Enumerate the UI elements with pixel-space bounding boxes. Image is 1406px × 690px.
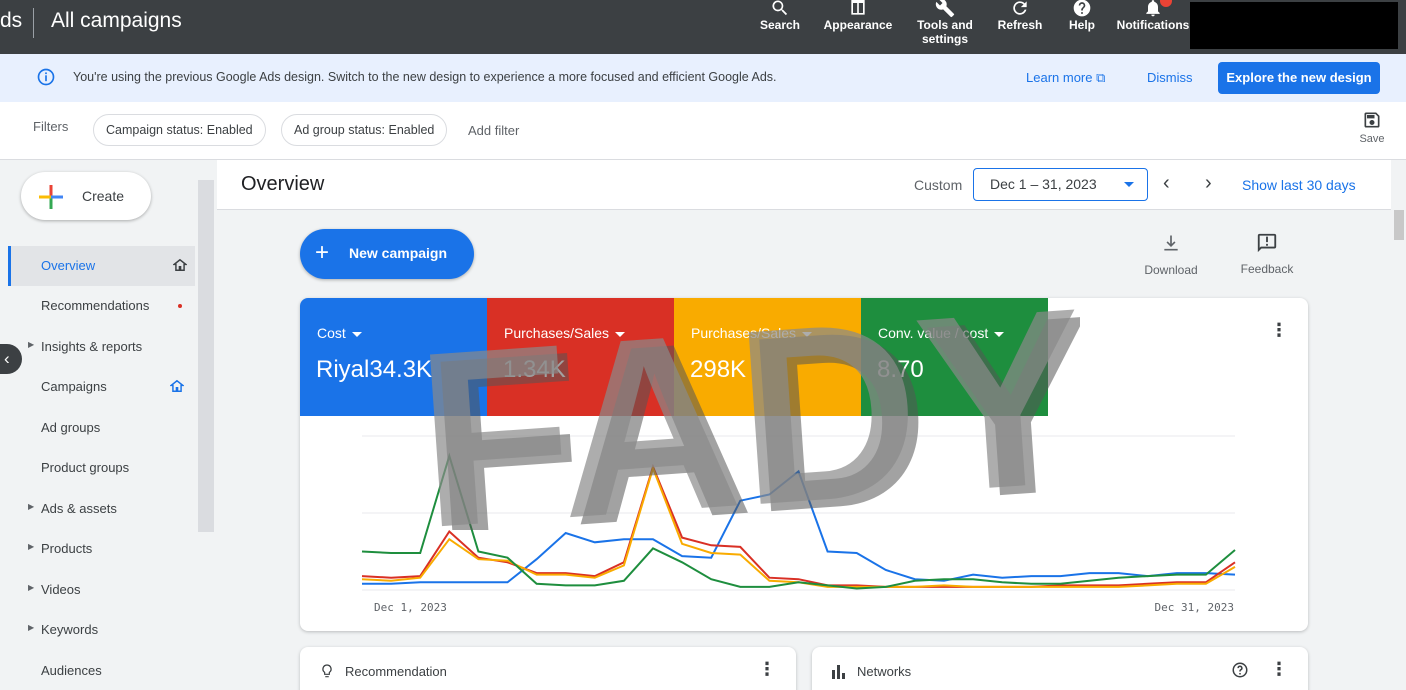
home-icon xyxy=(172,258,188,275)
nav-item-products[interactable]: ▶ Products xyxy=(8,529,195,569)
scrollbar-thumb[interactable] xyxy=(1394,210,1404,240)
help-icon xyxy=(1062,0,1102,18)
filter-bar: Filters Campaign status: Enabled Ad grou… xyxy=(0,102,1406,160)
divider xyxy=(33,8,34,38)
learn-more-link[interactable]: Learn more ⧉ xyxy=(1026,70,1105,86)
search-button[interactable]: Search xyxy=(757,0,803,32)
feedback-icon xyxy=(1256,233,1278,257)
banner-message: You're using the previous Google Ads des… xyxy=(73,70,777,84)
expand-arrow-icon: ▶ xyxy=(28,340,35,349)
refresh-icon xyxy=(995,0,1045,18)
metric-value: 298K xyxy=(690,356,747,383)
design-banner: You're using the previous Google Ads des… xyxy=(0,54,1406,102)
date-range-picker[interactable]: Dec 1 – 31, 2023 xyxy=(973,168,1148,201)
nav-item-ads-assets[interactable]: ▶ Ads & assets xyxy=(8,489,195,529)
dropdown-arrow-icon xyxy=(1124,182,1134,187)
dropdown-arrow-icon xyxy=(615,331,626,337)
next-period-button[interactable]: › xyxy=(1205,172,1212,195)
notifications-button[interactable]: Notifications xyxy=(1113,0,1193,32)
bell-icon xyxy=(1113,0,1193,18)
dropdown-arrow-icon xyxy=(802,331,813,337)
overview-header: Overview Custom Dec 1 – 31, 2023 ‹ › Sho… xyxy=(217,160,1391,210)
appearance-button[interactable]: Appearance xyxy=(822,0,894,32)
expand-arrow-icon: ▶ xyxy=(28,542,35,551)
add-filter-button[interactable]: Add filter xyxy=(468,123,519,138)
x-axis-start-label: Dec 1, 2023 xyxy=(374,601,447,614)
nav-item-insights-reports[interactable]: ▶ Insights & reports xyxy=(8,327,195,367)
main-scrollbar[interactable] xyxy=(1391,160,1406,690)
wrench-icon xyxy=(910,0,980,18)
help-button[interactable]: Help xyxy=(1062,0,1102,32)
tools-settings-button[interactable]: Tools and settings xyxy=(910,0,980,46)
section-title: Overview xyxy=(241,173,325,195)
nav-item-keywords[interactable]: ▶ Keywords xyxy=(8,610,195,650)
nav-item-product-groups[interactable]: Product groups xyxy=(8,448,195,488)
series-line-3 xyxy=(361,452,1236,590)
metric-tile-purchases-sales-value[interactable]: Purchases/Sales 298K xyxy=(674,298,861,416)
download-icon xyxy=(1161,235,1181,257)
previous-period-button[interactable]: ‹ xyxy=(1163,172,1170,195)
nav-item-overview[interactable]: Overview xyxy=(8,246,195,286)
more-options-icon[interactable]: ⋮ xyxy=(758,659,776,680)
save-button[interactable]: Save xyxy=(1356,110,1388,145)
recommendation-card[interactable]: Recommendation ⋮ xyxy=(300,647,796,690)
metric-value: 1.34K xyxy=(503,356,566,383)
series-line-1 xyxy=(361,463,1236,588)
show-last-30-days-link[interactable]: Show last 30 days xyxy=(1242,177,1356,193)
more-options-icon[interactable]: ⋮ xyxy=(1270,659,1288,680)
metric-tile-purchases-sales[interactable]: Purchases/Sales 1.34K xyxy=(487,298,674,416)
chevron-left-icon: ‹ xyxy=(4,349,10,368)
help-icon[interactable] xyxy=(1231,661,1249,684)
filter-chip-ad-group-status[interactable]: Ad group status: Enabled xyxy=(281,114,448,146)
expand-arrow-icon: ▶ xyxy=(28,623,35,632)
metric-value: 8.70 xyxy=(877,356,924,383)
plus-icon: + xyxy=(315,239,330,266)
more-options-icon[interactable]: ⋮ xyxy=(1270,320,1288,341)
networks-card[interactable]: Networks ⋮ xyxy=(812,647,1308,690)
top-bar: ds All campaigns Search Appearance Tools… xyxy=(0,0,1406,54)
bar-chart-icon xyxy=(832,665,846,684)
expand-arrow-icon: ▶ xyxy=(28,583,35,592)
metric-value: Riyal34.3K xyxy=(316,356,433,383)
performance-card: Dec 1, 2023 Dec 31, 2023 Cost Riyal34.3K … xyxy=(300,298,1308,631)
explore-new-design-button[interactable]: Explore the new design xyxy=(1218,62,1380,94)
nav-item-ad-groups[interactable]: Ad groups xyxy=(8,408,195,448)
series-line-2 xyxy=(361,465,1236,588)
plus-icon xyxy=(39,185,63,214)
home-icon xyxy=(169,379,185,396)
dismiss-button[interactable]: Dismiss xyxy=(1147,70,1193,85)
download-button[interactable]: Download xyxy=(1140,232,1202,277)
lightbulb-icon xyxy=(320,663,334,686)
create-button[interactable]: Create xyxy=(21,172,151,220)
metric-tile-conv-value-cost[interactable]: Conv. value / cost 8.70 xyxy=(861,298,1048,416)
nav-item-audiences[interactable]: Audiences xyxy=(8,651,195,690)
nav-item-videos[interactable]: ▶ Videos xyxy=(8,570,195,610)
dropdown-arrow-icon xyxy=(351,331,362,337)
redacted-account-area xyxy=(1190,2,1398,49)
dropdown-arrow-icon xyxy=(994,331,1005,337)
new-campaign-button[interactable]: + New campaign xyxy=(300,229,474,279)
page-title: All campaigns xyxy=(51,9,182,32)
expand-arrow-icon: ▶ xyxy=(28,502,35,511)
search-icon xyxy=(757,0,803,18)
nav-item-campaigns[interactable]: Campaigns xyxy=(8,367,195,407)
side-nav: Create Overview Recommendations ▶ Insigh… xyxy=(0,160,196,690)
refresh-button[interactable]: Refresh xyxy=(995,0,1045,32)
filter-chip-campaign-status[interactable]: Campaign status: Enabled xyxy=(93,114,266,146)
info-icon xyxy=(36,67,56,92)
open-external-icon: ⧉ xyxy=(1096,70,1106,85)
feedback-button[interactable]: Feedback xyxy=(1236,232,1298,276)
series-line-0 xyxy=(362,469,1236,585)
appearance-icon xyxy=(822,0,894,18)
recommendation-dot xyxy=(178,304,182,308)
save-icon xyxy=(1362,112,1382,133)
filters-label: Filters xyxy=(33,119,69,134)
nav-item-recommendations[interactable]: Recommendations xyxy=(8,286,195,326)
x-axis-end-label: Dec 31, 2023 xyxy=(1155,601,1234,614)
metric-tile-cost[interactable]: Cost Riyal34.3K xyxy=(300,298,487,416)
date-mode-label: Custom xyxy=(914,177,963,193)
scrollbar-thumb[interactable] xyxy=(198,180,214,532)
product-name-fragment: ds xyxy=(0,9,23,32)
nav-scrollbar[interactable] xyxy=(197,160,215,690)
